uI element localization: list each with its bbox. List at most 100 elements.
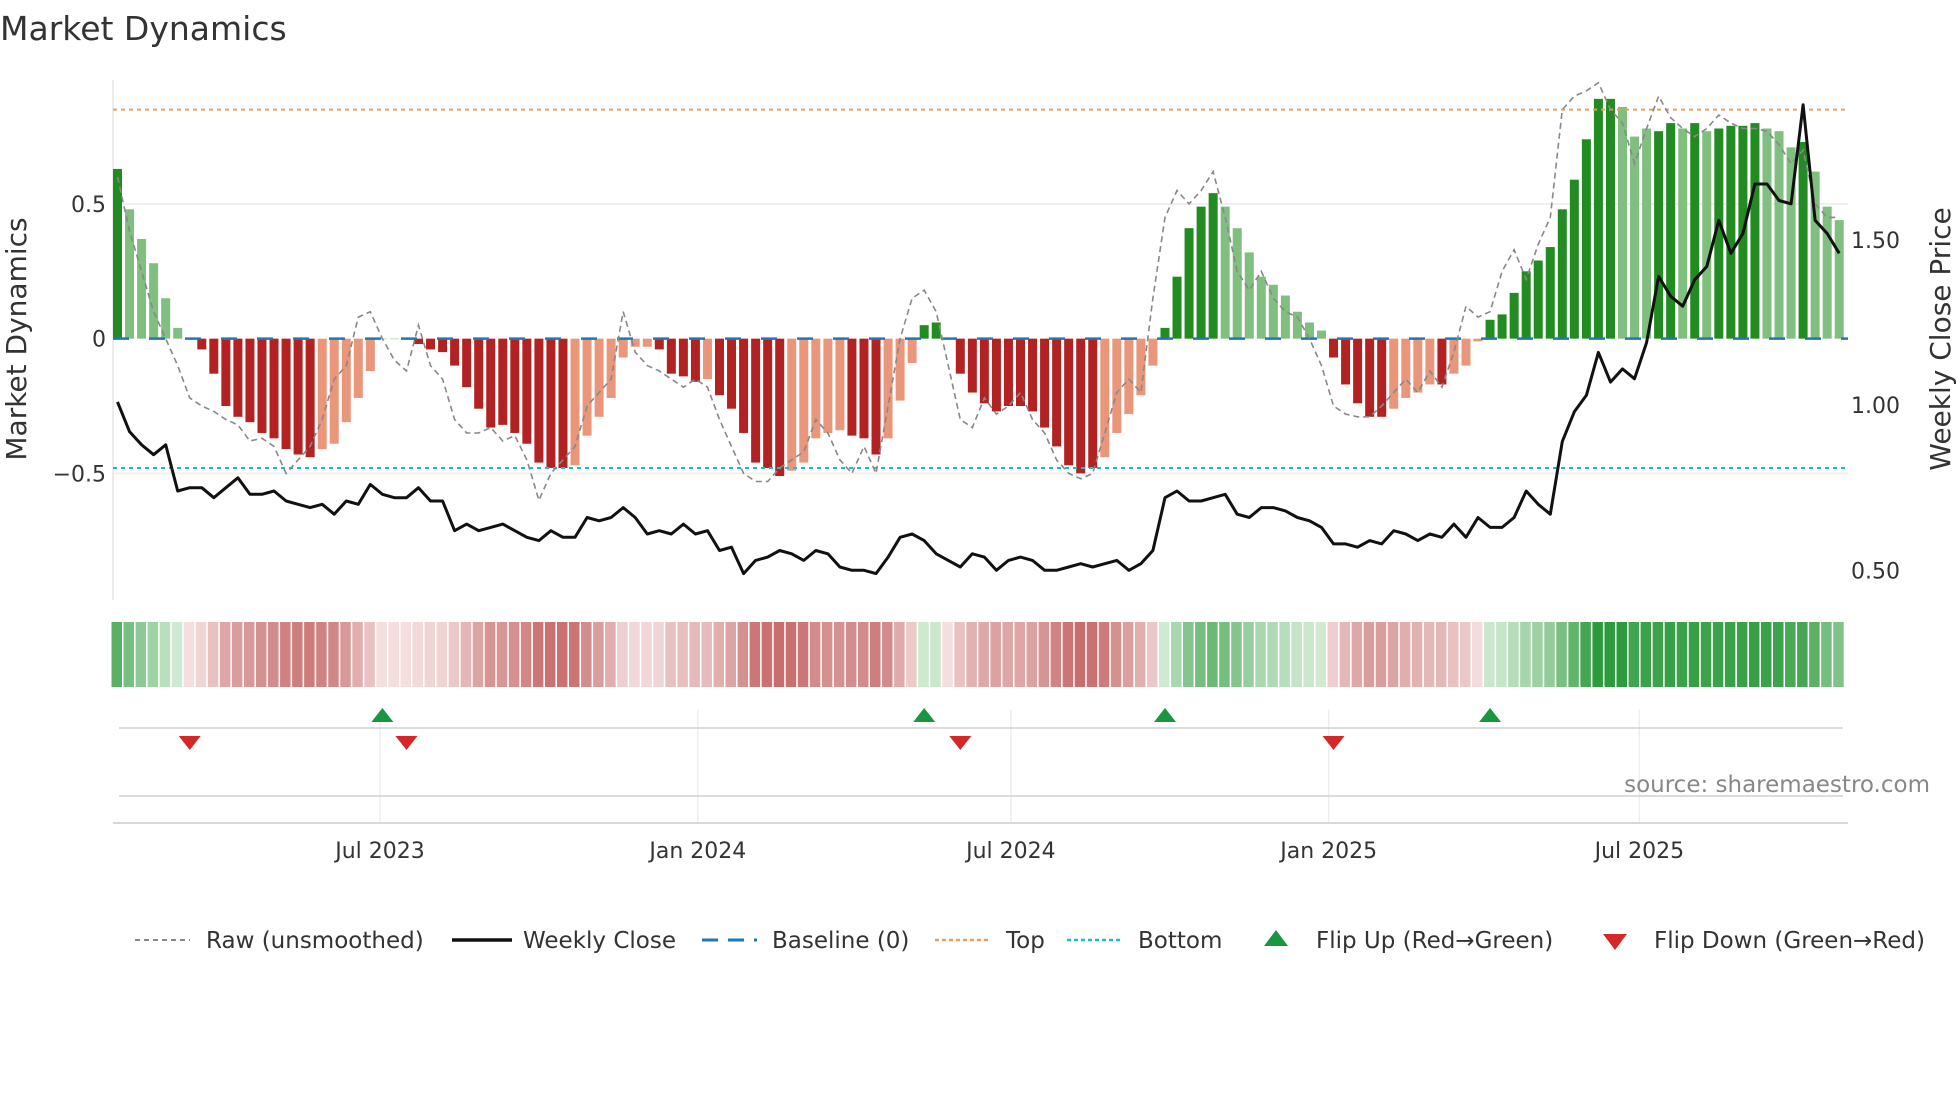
heat-cell [665, 622, 676, 687]
heat-cell [870, 622, 881, 687]
dynamics-bar [1088, 338, 1098, 468]
dynamics-bar [389, 338, 399, 340]
dynamics-bar [739, 338, 749, 433]
heat-cell [532, 622, 544, 687]
heat-cell [701, 622, 712, 687]
heat-cell [448, 622, 460, 687]
dynamics-bar [678, 338, 688, 377]
dynamics-bar [1052, 338, 1062, 447]
dynamics-bar [438, 338, 448, 353]
dynamics-bar [1028, 338, 1038, 412]
heat-cell [159, 622, 171, 687]
dynamics-bar [606, 338, 616, 398]
dynamics-bar [173, 327, 183, 339]
heat-cell [1484, 622, 1495, 687]
heat-cell [1472, 622, 1483, 687]
heat-cell [978, 622, 989, 687]
heat-cell [544, 622, 556, 687]
heat-cell [376, 622, 387, 687]
heat-cell [1821, 622, 1832, 687]
heat-cell [605, 622, 616, 687]
dynamics-bar [1461, 338, 1471, 366]
dynamics-bar [1401, 338, 1411, 398]
heat-cell [1580, 622, 1591, 687]
heat-cell [1736, 622, 1748, 687]
dynamics-bar [1798, 141, 1808, 339]
dynamics-bar [486, 338, 496, 428]
dynamics-bar [1630, 136, 1640, 339]
dynamics-bar [979, 338, 989, 404]
heat-cell [1207, 622, 1218, 687]
legend-baseline-label: Baseline (0) [772, 928, 909, 954]
heat-cell [1797, 622, 1808, 687]
heat-cell [990, 622, 1001, 687]
dynamics-bar [1112, 338, 1122, 433]
heat-cell [930, 622, 941, 687]
dynamics-bar [1064, 338, 1074, 466]
y-ticks: 0.5 0 −0.5 [53, 193, 106, 487]
flip-up-marker [371, 708, 394, 722]
heat-cell [1773, 622, 1784, 687]
heat-cell [1195, 622, 1206, 687]
heat-cell [1496, 622, 1507, 687]
heat-cell [1158, 622, 1170, 687]
heat-cell [954, 622, 965, 687]
heat-cell [147, 622, 159, 687]
dynamics-bar [1762, 128, 1772, 339]
dynamics-bar [907, 338, 917, 363]
heat-cell [1146, 622, 1158, 687]
dynamics-bar [558, 338, 568, 468]
heat-cell [1520, 622, 1531, 687]
heat-cell [845, 622, 857, 687]
flip-panel-gridlines [379, 710, 1641, 823]
dynamics-bar [221, 338, 231, 407]
dynamics-bar [1232, 228, 1242, 339]
dynamics-bar [1329, 338, 1339, 358]
heat-cell [785, 622, 797, 687]
heat-cell [1688, 622, 1700, 687]
heat-cell [821, 622, 833, 687]
heat-cell [1315, 622, 1326, 687]
heat-cell [1556, 622, 1567, 687]
heat-cell [123, 622, 135, 687]
heat-cell [364, 622, 375, 687]
heat-cell [725, 622, 737, 687]
heat-cell [689, 622, 700, 687]
dynamics-bar [1702, 131, 1712, 339]
dynamics-bar [1545, 247, 1555, 339]
dynamics-bar [522, 338, 532, 444]
dynamics-bar [1533, 260, 1543, 339]
dynamics-bar [1040, 338, 1050, 428]
dynamics-bar [955, 338, 965, 374]
heat-cell [593, 622, 604, 687]
dynamics-bars [113, 98, 1844, 477]
dynamics-bar [1256, 276, 1266, 339]
dynamics-bar [293, 338, 303, 455]
heat-cell [1183, 622, 1194, 687]
heat-cell [1423, 622, 1435, 687]
dynamics-bar [1569, 179, 1579, 339]
dynamics-bar [811, 338, 821, 439]
flip-markers [178, 708, 1502, 750]
flip-down-marker [178, 736, 201, 750]
heat-cell [340, 622, 351, 687]
heat-cell [556, 622, 568, 687]
dynamics-bar [1172, 276, 1182, 339]
dynamics-bar [715, 338, 724, 396]
heat-cell [1676, 622, 1688, 687]
y2-axis-label: Weekly Close Price [1924, 207, 1957, 470]
heat-cell [135, 622, 147, 687]
dynamics-bar [1509, 292, 1519, 339]
dynamics-bar [763, 338, 773, 468]
dynamics-bar [1292, 311, 1302, 339]
heat-cell [1062, 622, 1074, 687]
heat-cell [1748, 622, 1760, 687]
dynamics-bar [1184, 228, 1194, 339]
heat-cell [1363, 622, 1375, 687]
heat-cell [629, 622, 640, 687]
dynamics-bar [233, 338, 243, 417]
dynamics-bar [967, 338, 977, 393]
heat-cell [183, 622, 195, 687]
dynamics-bar [281, 338, 291, 450]
y2-tick-label: 1.00 [1851, 394, 1900, 419]
